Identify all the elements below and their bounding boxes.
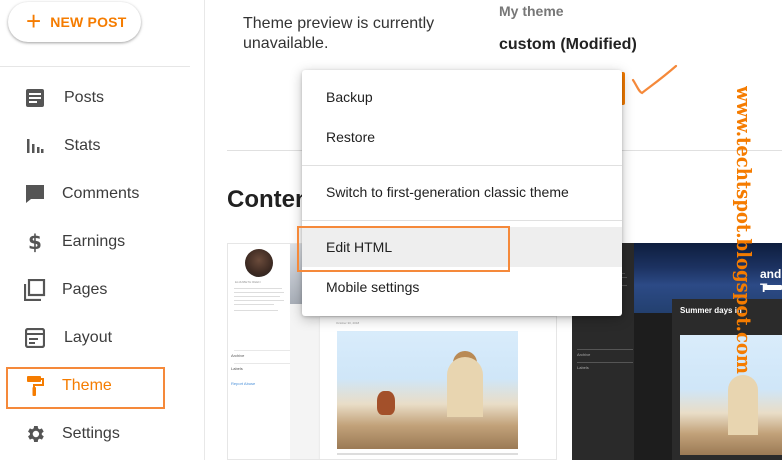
sidebar-item-label: Pages — [62, 281, 108, 298]
dollar-icon: $ — [28, 230, 42, 254]
sidebar-item-posts[interactable]: Posts — [0, 74, 200, 122]
sidebar-item-settings[interactable]: Settings — [0, 410, 200, 458]
tower-shape — [447, 357, 483, 417]
sidebar-item-stats[interactable]: Stats — [0, 122, 200, 170]
sidebar-item-comments[interactable]: Comments — [0, 170, 200, 218]
sidebar-item-label: Earnings — [62, 233, 126, 250]
layout-icon — [24, 327, 46, 349]
thumbnail-text-line — [234, 304, 274, 305]
thumbnail-sidebar: ELIZABETH REEN Archive Labels Report Abu… — [228, 244, 290, 459]
thumbnail-post-photo — [337, 331, 518, 449]
thumbnail-post-card: October 30, 2018 — [320, 317, 556, 459]
tower-shape — [728, 375, 758, 435]
gear-icon — [24, 423, 46, 445]
thumbnail-archive: Archive — [577, 352, 591, 357]
sidebar-item-layout[interactable]: Layout — [0, 314, 200, 362]
theme-highlight-outline — [6, 367, 165, 409]
thumbnail-post-date: October 30, 2018 — [336, 321, 360, 325]
theme-name: custom (Modified) — [499, 36, 637, 53]
menu-divider — [302, 165, 622, 166]
thumbnail-divider — [577, 362, 633, 363]
sidebar: + NEW POST Posts Stats Comments $ Earnin… — [0, 0, 205, 460]
menu-divider — [302, 220, 622, 221]
thumbnail-report: Report Abuse — [231, 381, 256, 386]
posts-icon — [24, 87, 46, 109]
edit-html-highlight-outline — [297, 226, 510, 272]
thumbnail-text-line — [234, 300, 284, 301]
menu-item-backup[interactable]: Backup — [302, 77, 622, 117]
menu-item-restore[interactable]: Restore — [302, 117, 622, 157]
comments-icon — [24, 183, 46, 205]
menu-item-mobile-settings[interactable]: Mobile settings — [302, 267, 622, 307]
thumbnail-header-button — [764, 285, 782, 290]
theme-preview-message: Theme preview is currently unavailable. — [243, 15, 435, 52]
sidebar-item-earnings[interactable]: $ Earnings — [0, 218, 200, 266]
theme-options-menu: Backup Restore Switch to first-generatio… — [302, 70, 622, 316]
thumbnail-text-line — [234, 288, 282, 289]
thumbnail-text-line — [337, 453, 518, 455]
sidebar-item-label: Layout — [64, 329, 113, 346]
thumbnail-text-line — [234, 310, 278, 311]
new-post-button[interactable]: + NEW POST — [8, 2, 141, 42]
thumbnail-labels: Labels — [231, 366, 243, 371]
plus-icon: + — [26, 5, 42, 36]
sidebar-item-pages[interactable]: Pages — [0, 266, 200, 314]
menu-item-switch-classic-theme[interactable]: Switch to first-generation classic theme — [302, 172, 622, 212]
thumbnail-text-line — [234, 296, 280, 297]
watermark: www.techtspot.blogspot.com — [732, 86, 756, 374]
sidebar-item-label: Posts — [64, 89, 105, 106]
sidebar-divider — [0, 66, 190, 67]
my-theme-label: My theme — [499, 3, 564, 19]
sidebar-item-label: Settings — [62, 425, 120, 442]
thumbnail-divider — [577, 349, 633, 350]
sidebar-item-label: Stats — [64, 137, 101, 154]
thumbnail-archive: Archive — [231, 353, 245, 358]
content-heading: Conten — [227, 186, 310, 213]
new-post-label: NEW POST — [50, 14, 127, 30]
thumbnail-text-line — [234, 292, 284, 293]
thumbnail-divider — [234, 363, 290, 364]
checkmark-annotation-icon — [631, 64, 678, 95]
watermark-text: www.techtspot.blogspot.com — [732, 86, 756, 374]
thumbnail-divider — [234, 350, 290, 351]
thumbnail-author: ELIZABETH REEN — [235, 280, 261, 284]
pages-icon — [24, 279, 46, 301]
avatar — [245, 249, 273, 277]
sidebar-item-label: Comments — [62, 185, 140, 202]
thumbnail-labels: Labels — [577, 365, 589, 370]
pot-shape — [377, 391, 395, 415]
stats-icon — [24, 135, 46, 157]
